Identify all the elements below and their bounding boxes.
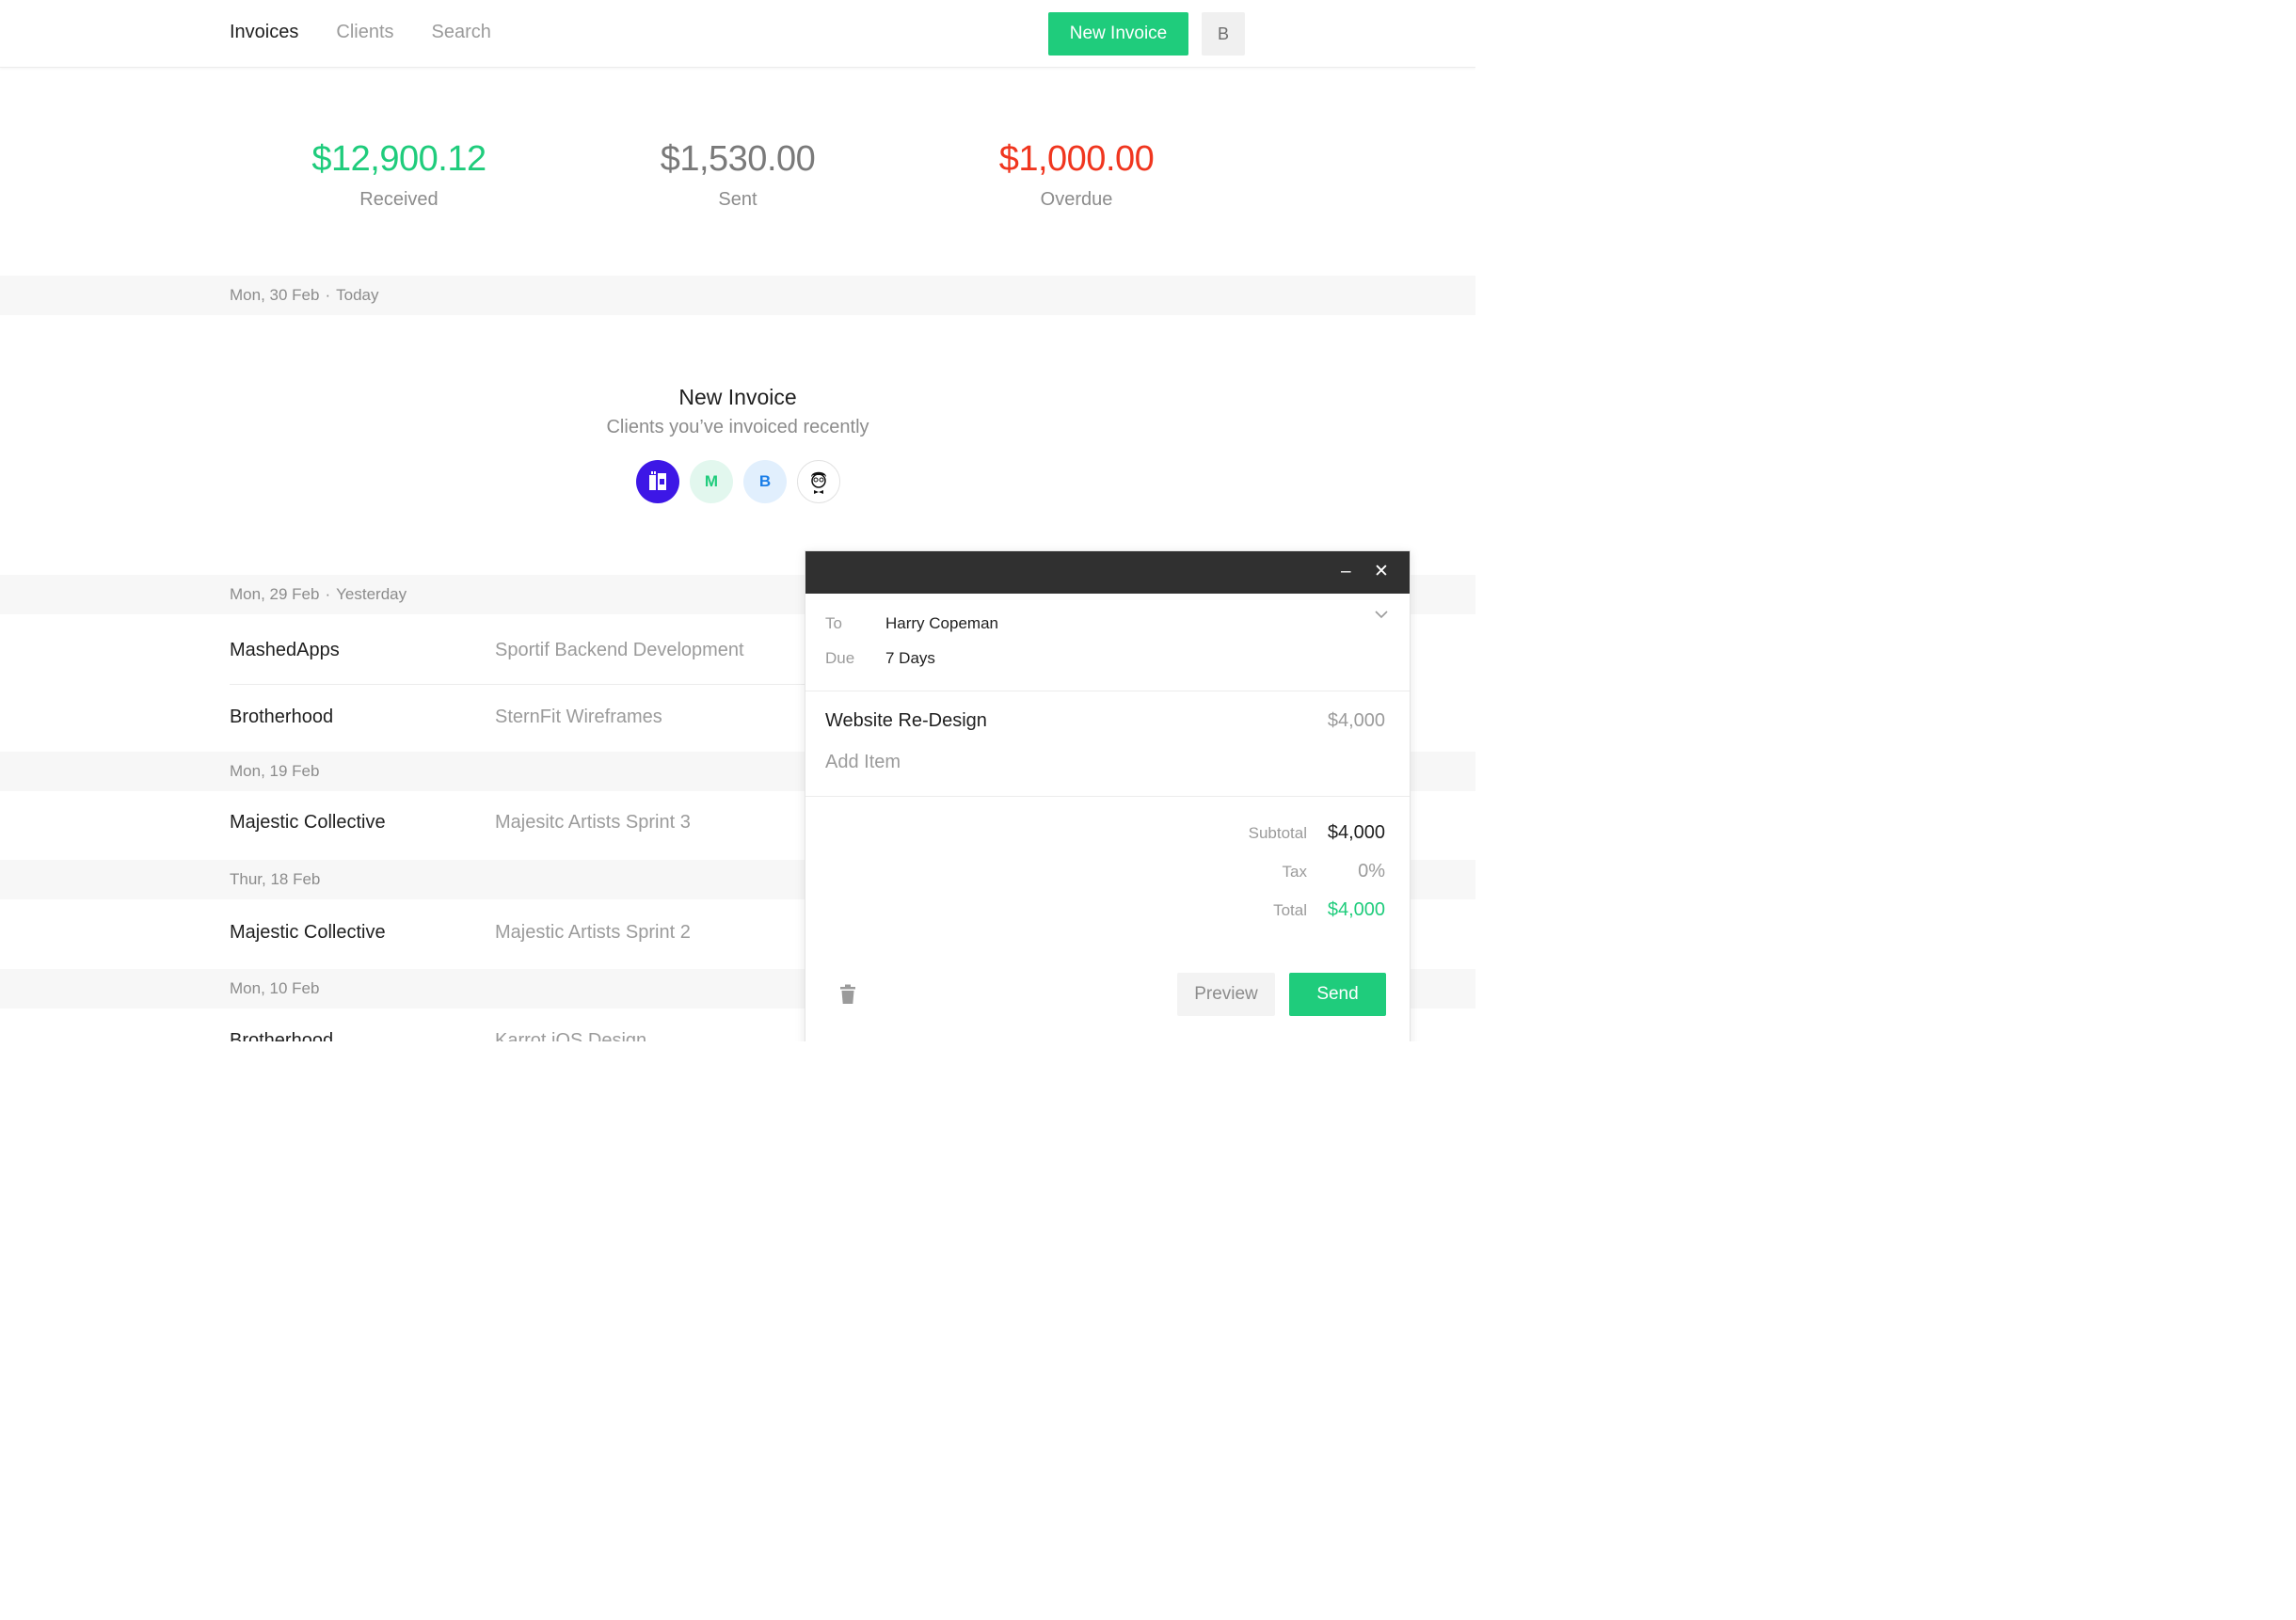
invoice-project-name: Majesitc Artists Sprint 3 [495,812,691,833]
minimize-icon[interactable]: – [1341,561,1351,583]
main-nav: Invoices Clients Search [230,22,491,43]
invoice-project-name: Karrot iOS Design [495,1030,647,1041]
recent-client-avatar[interactable] [797,460,840,503]
recent-client-avatar[interactable] [636,460,679,503]
invoice-row[interactable]: MashedApps Sportif Backend Development [230,619,805,685]
add-item-button[interactable]: Add Item [825,752,901,773]
invoices-page: Invoices Clients Search New Invoice B $1… [0,0,1475,1041]
line-item-price[interactable]: $4,000 [1291,710,1385,732]
invoice-client-name: Majestic Collective [230,812,386,833]
nav-clients[interactable]: Clients [336,22,393,43]
new-invoice-button[interactable]: New Invoice [1048,12,1188,56]
overdue-amount: $1,000.00 [998,139,1155,179]
stat-overdue: $1,000.00 Overdue [935,139,1218,211]
date-band-today: Mon, 30 Feb · Today [0,276,1475,315]
date-band-text: Mon, 30 Feb · Today [230,286,379,304]
date-label: Mon, 10 Feb [230,979,320,997]
stat-received: $12,900.12 Received [258,139,540,211]
recent-client-avatar[interactable]: B [743,460,787,503]
compose-header: – ✕ [805,551,1410,594]
user-avatar[interactable]: B [1202,12,1245,56]
relative-date-label: Yesterday [336,585,407,603]
to-label: To [825,614,842,632]
recent-client-avatar[interactable]: M [690,460,733,503]
send-button[interactable]: Send [1289,973,1386,1016]
nav-invoices[interactable]: Invoices [230,22,298,43]
invoice-project-name: SternFit Wireframes [495,707,662,727]
received-amount: $12,900.12 [311,139,486,179]
invoice-project-name: Sportif Backend Development [495,640,744,660]
received-label: Received [359,189,438,210]
nav-search[interactable]: Search [432,22,491,43]
close-icon[interactable]: ✕ [1374,561,1389,583]
preview-button[interactable]: Preview [1177,973,1275,1016]
trash-icon[interactable] [839,984,856,1005]
person-illustration-icon [811,471,826,494]
date-label: Mon, 29 Feb [230,585,320,603]
stat-sent: $1,530.00 Sent [597,139,879,211]
date-band-text: Mon, 29 Feb · Yesterday [230,585,407,603]
invoice-project-name: Majestic Artists Sprint 2 [495,922,691,943]
new-invoice-subtitle: Clients you’ve invoiced recently [606,417,869,437]
brand-logo-icon [649,471,666,490]
recent-clients: M B [636,460,840,503]
due-label: Due [825,649,855,667]
date-label: Mon, 19 Feb [230,762,320,780]
invoice-client-name: MashedApps [230,640,340,660]
invoice-client-name: Majestic Collective [230,922,386,943]
invoice-row[interactable]: Brotherhood Karrot iOS Design [230,1009,805,1041]
to-field[interactable]: Harry Copeman [885,614,998,633]
relative-date-label: Today [336,286,379,304]
line-item-name[interactable]: Website Re-Design [825,710,987,732]
invoice-row[interactable]: Majestic Collective Majesitc Artists Spr… [230,791,805,857]
new-invoice-title: New Invoice [678,385,797,409]
date-label: Thur, 18 Feb [230,870,321,888]
date-label: Mon, 30 Feb [230,286,320,304]
invoice-row[interactable]: Majestic Collective Majestic Artists Spr… [230,901,805,967]
due-field[interactable]: 7 Days [885,649,935,668]
sent-amount: $1,530.00 [660,139,816,179]
sent-label: Sent [718,189,757,210]
chevron-down-icon[interactable] [1374,610,1389,619]
tax-value[interactable]: 0% [1291,861,1385,882]
overdue-label: Overdue [1040,189,1113,210]
invoice-client-name: Brotherhood [230,707,334,727]
top-navigation-bar: Invoices Clients Search New Invoice B [0,0,1475,68]
invoice-client-name: Brotherhood [230,1030,334,1041]
subtotal-value: $4,000 [1327,822,1385,843]
divider [805,796,1410,797]
total-value: $4,000 [1327,899,1385,920]
compose-invoice-panel: – ✕ To Harry Copeman Due 7 Days Website … [805,550,1411,1041]
invoice-row[interactable]: Brotherhood SternFit Wireframes [230,686,805,752]
